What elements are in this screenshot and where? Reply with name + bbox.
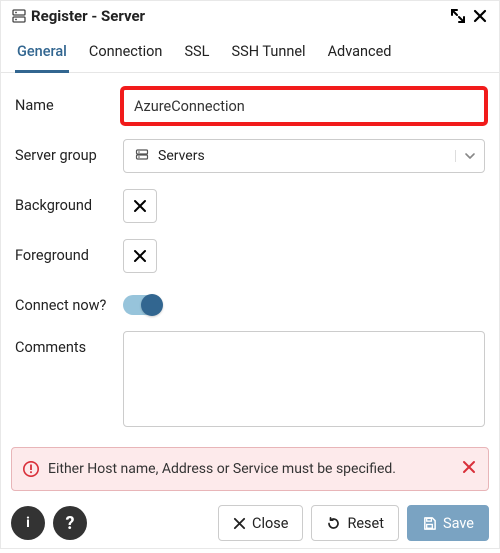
servers-icon xyxy=(134,148,150,164)
info-icon: i xyxy=(26,515,30,531)
tab-general[interactable]: General xyxy=(15,43,69,73)
label-foreground: Foreground xyxy=(15,239,123,264)
chevron-down-icon xyxy=(455,150,476,162)
save-icon xyxy=(422,516,437,531)
reset-icon xyxy=(326,516,341,531)
background-clear-button[interactable] xyxy=(123,189,157,223)
dialog-title: Register - Server xyxy=(31,7,145,25)
label-background: Background xyxy=(15,189,123,214)
foreground-clear-button[interactable] xyxy=(123,239,157,273)
info-button[interactable]: i xyxy=(11,506,45,540)
close-icon xyxy=(133,249,147,263)
error-alert: Either Host name, Address or Service mus… xyxy=(11,447,489,491)
dialog-footer: Either Host name, Address or Service mus… xyxy=(1,447,499,553)
label-server-group: Server group xyxy=(15,139,123,164)
window-expand-button[interactable] xyxy=(449,7,467,25)
save-button-label: Save xyxy=(443,515,474,532)
close-icon xyxy=(233,517,246,530)
dialog-titlebar: Register - Server xyxy=(1,1,499,29)
alert-close-button[interactable] xyxy=(458,458,480,480)
reset-button[interactable]: Reset xyxy=(311,505,399,541)
save-button[interactable]: Save xyxy=(407,505,489,541)
close-button[interactable]: Close xyxy=(218,505,303,541)
server-group-select[interactable]: Servers xyxy=(123,139,485,173)
close-button-label: Close xyxy=(252,515,288,532)
close-icon xyxy=(462,460,476,474)
server-icon xyxy=(11,8,27,24)
label-comments: Comments xyxy=(15,331,123,356)
row-connect-now: Connect now? xyxy=(15,289,485,315)
server-group-value: Servers xyxy=(158,148,447,164)
tab-ssh-tunnel[interactable]: SSH Tunnel xyxy=(229,43,307,72)
comments-textarea[interactable] xyxy=(123,331,485,427)
tab-ssl[interactable]: SSL xyxy=(182,43,211,72)
tab-advanced[interactable]: Advanced xyxy=(326,43,394,72)
help-icon: ? xyxy=(66,513,75,534)
row-background: Background xyxy=(15,189,485,223)
register-server-dialog: Register - Server General Connection SSL… xyxy=(0,0,500,549)
row-name: Name xyxy=(15,89,485,123)
label-connect-now: Connect now? xyxy=(15,289,123,314)
row-foreground: Foreground xyxy=(15,239,485,273)
tab-bar: General Connection SSL SSH Tunnel Advanc… xyxy=(1,33,499,73)
name-input[interactable] xyxy=(123,89,485,123)
error-icon xyxy=(22,460,40,478)
error-text: Either Host name, Address or Service mus… xyxy=(48,461,450,477)
tab-connection[interactable]: Connection xyxy=(87,43,165,72)
label-name: Name xyxy=(15,89,123,114)
window-close-button[interactable] xyxy=(471,7,489,25)
reset-button-label: Reset xyxy=(347,515,384,532)
row-comments: Comments xyxy=(15,331,485,431)
general-form: Name Server group Servers Backg xyxy=(1,73,499,447)
help-button[interactable]: ? xyxy=(53,506,87,540)
button-bar: i ? Close Reset Save xyxy=(11,505,489,541)
close-icon xyxy=(133,199,147,213)
connect-now-toggle[interactable] xyxy=(123,295,161,315)
row-server-group: Server group Servers xyxy=(15,139,485,173)
toggle-knob xyxy=(141,294,163,316)
